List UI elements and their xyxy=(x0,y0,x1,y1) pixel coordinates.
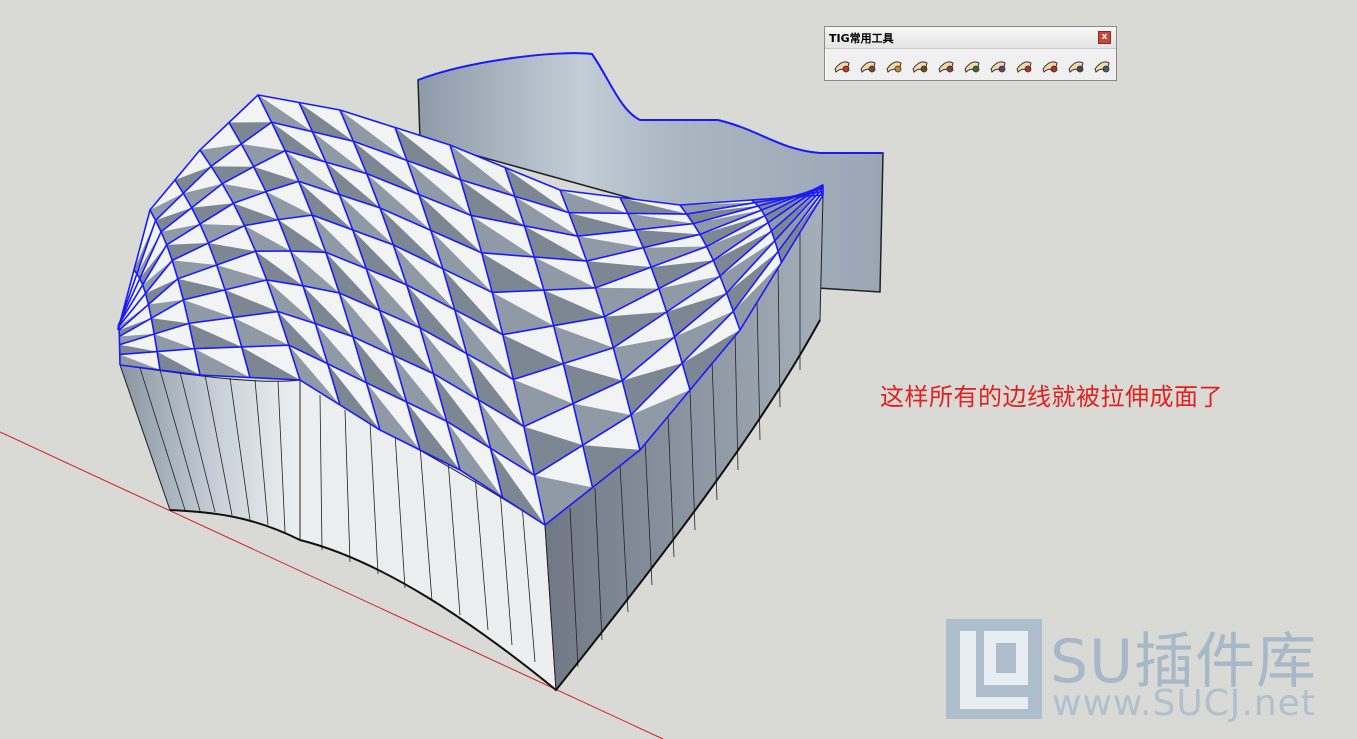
surface-tool-8-icon[interactable] xyxy=(1012,54,1035,77)
watermark: SU插件库 www.SUCJ.net xyxy=(944,617,1344,724)
surface-tool-4-icon[interactable] xyxy=(908,54,931,77)
toolbar-tools xyxy=(830,54,1113,77)
surface-tool-5-icon[interactable] xyxy=(934,54,957,77)
surface-tool-1-icon[interactable] xyxy=(830,54,853,77)
tig-toolbar-window[interactable]: TIG常用工具 x xyxy=(824,26,1117,81)
sucj-logo-icon xyxy=(946,619,1042,719)
roof-grid-line xyxy=(117,322,121,366)
surface-tool-10-icon[interactable] xyxy=(1064,54,1087,77)
surface-tool-3-icon[interactable] xyxy=(882,54,905,77)
toolbar-title: TIG常用工具 xyxy=(829,32,894,45)
watermark-url: www.SUCJ.net xyxy=(1052,683,1316,724)
toolbar-titlebar[interactable]: TIG常用工具 x xyxy=(825,27,1116,49)
annotation-caption: 这样所有的边线就被拉伸成面了 xyxy=(880,383,1223,411)
surface-tool-7-icon[interactable] xyxy=(986,54,1009,77)
surface-tool-11-icon[interactable] xyxy=(1090,54,1113,77)
close-icon[interactable]: x xyxy=(1098,31,1111,44)
surface-tool-6-icon[interactable] xyxy=(960,54,983,77)
surface-tool-2-icon[interactable] xyxy=(856,54,879,77)
surface-tool-9-icon[interactable] xyxy=(1038,54,1061,77)
